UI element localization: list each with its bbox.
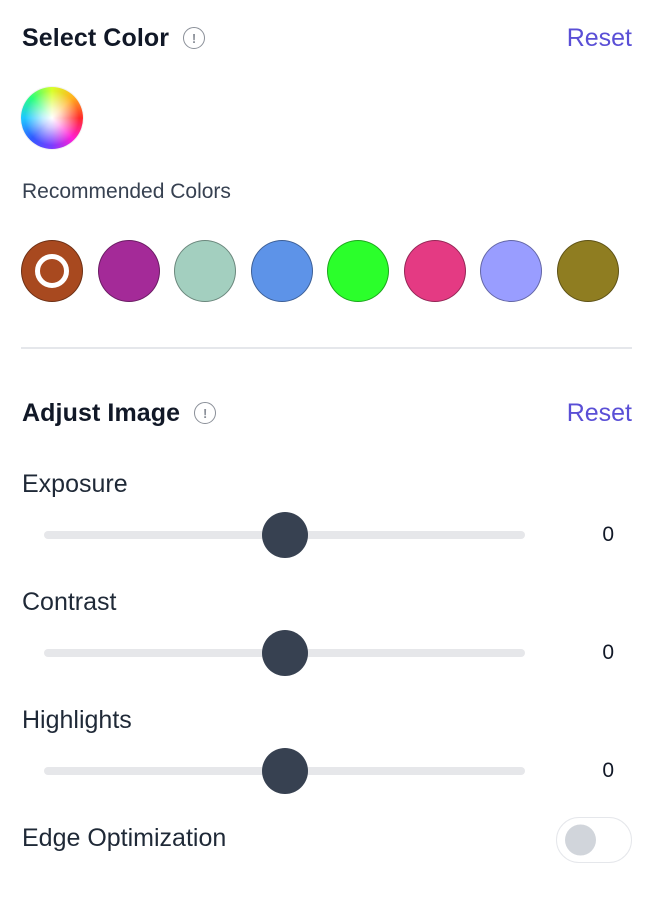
exposure-slider-thumb[interactable] [261, 512, 308, 558]
color-swatch-8[interactable] [556, 240, 619, 302]
color-swatch-3[interactable] [174, 240, 236, 302]
edge-optimization-label: Edge Optimization [22, 824, 227, 852]
exposure-slider[interactable] [44, 512, 525, 558]
contrast-slider-thumb[interactable] [261, 630, 308, 676]
select-color-title-group: Select Color ! [22, 23, 206, 53]
highlights-value: 0 [602, 759, 614, 782]
adjust-image-title: Adjust Image [22, 398, 181, 427]
info-icon[interactable]: ! [194, 402, 217, 424]
select-color-header: Select Color ! Reset [22, 18, 632, 58]
adjust-image-title-group: Adjust Image ! [22, 398, 217, 428]
exposure-value: 0 [602, 523, 614, 546]
highlights-slider-thumb[interactable] [261, 748, 308, 794]
highlights-label: Highlights [22, 706, 132, 734]
edge-optimization-toggle[interactable] [556, 817, 632, 863]
select-color-reset-button[interactable]: Reset [567, 24, 632, 53]
color-swatch-2[interactable] [97, 240, 160, 302]
color-wheel-icon[interactable] [21, 87, 83, 149]
recommended-colors-list [21, 240, 619, 302]
recommended-colors-label: Recommended Colors [22, 180, 231, 203]
select-color-title: Select Color [22, 23, 170, 52]
color-swatch-5[interactable] [327, 240, 389, 302]
section-divider [21, 347, 632, 349]
contrast-value: 0 [602, 641, 614, 664]
contrast-slider[interactable] [44, 630, 525, 676]
color-swatch-6[interactable] [403, 240, 466, 302]
adjust-image-reset-button[interactable]: Reset [567, 399, 632, 428]
color-swatch-1[interactable] [21, 240, 83, 302]
exposure-label: Exposure [22, 470, 128, 498]
color-swatch-4[interactable] [250, 240, 313, 302]
adjust-image-header: Adjust Image ! Reset [22, 393, 632, 433]
toggle-knob [565, 824, 596, 856]
color-swatch-7[interactable] [480, 240, 542, 302]
contrast-label: Contrast [22, 588, 117, 616]
info-icon[interactable]: ! [183, 27, 206, 49]
highlights-slider[interactable] [44, 748, 525, 794]
